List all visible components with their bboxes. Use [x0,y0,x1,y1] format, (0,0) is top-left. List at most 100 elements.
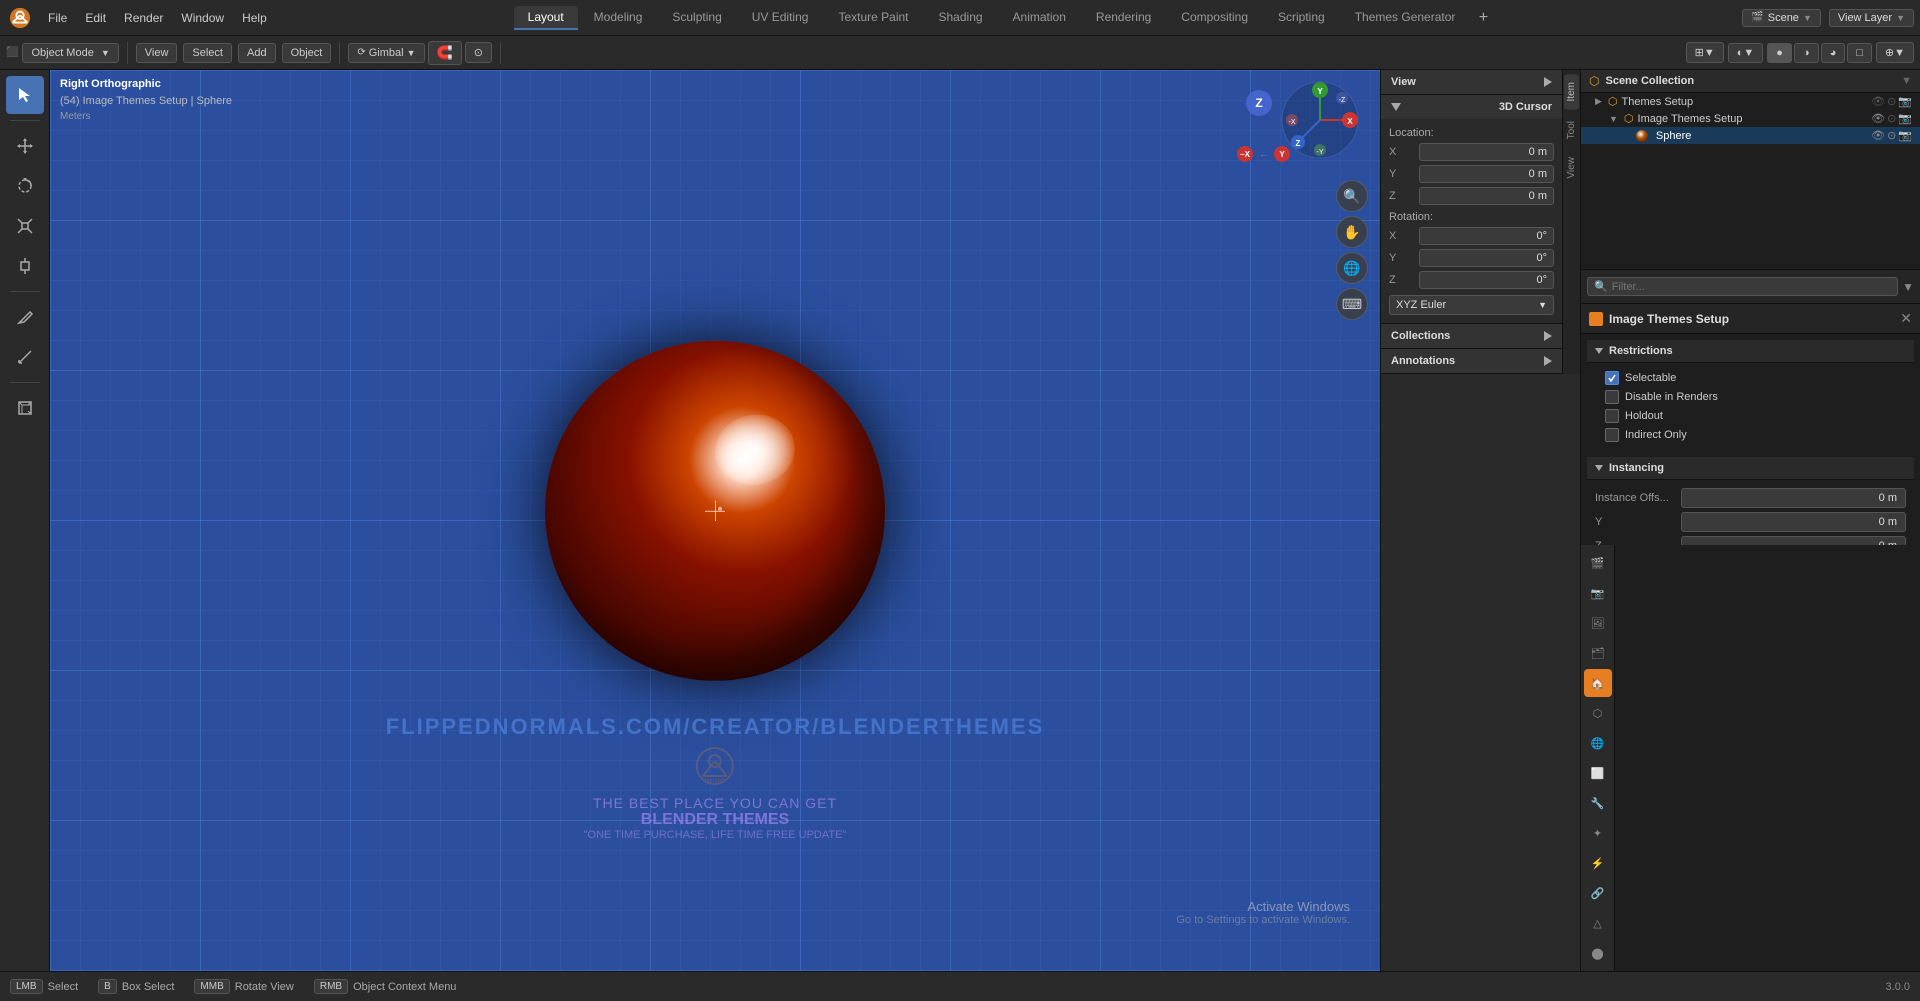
props-icon-physics[interactable]: ⚡ [1584,849,1612,877]
tab-scripting[interactable]: Scripting [1264,6,1339,30]
tool-select[interactable] [6,76,44,114]
rotation-mode-dropdown[interactable]: XYZ Euler ▼ [1389,295,1554,315]
props-search-input[interactable] [1612,281,1891,293]
mode-selector[interactable]: Object Mode▼ [22,43,118,63]
image-themes-vis[interactable]: 👁 [1871,112,1885,125]
props-icon-modifier[interactable]: 🔧 [1584,789,1612,817]
cursor-x-value[interactable]: 0 m [1419,143,1554,161]
tab-item[interactable]: Item [1564,74,1579,109]
tab-rendering[interactable]: Rendering [1082,6,1165,30]
sphere-render[interactable]: 📷 [1898,129,1912,142]
cursor-rz-value[interactable]: 0° [1419,271,1554,289]
windows-activate-message[interactable]: Activate Windows Go to Settings to activ… [1176,899,1350,926]
props-icon-material[interactable]: ⬤ [1584,939,1612,967]
snap-button[interactable]: 🧲 [428,41,462,65]
restrictions-expand-icon[interactable] [1595,348,1603,354]
collections-section-header[interactable]: Collections [1381,324,1562,348]
restrictions-section-header[interactable]: Restrictions [1587,340,1914,363]
menu-window[interactable]: Window [173,7,232,29]
sphere-select[interactable]: ⊙ [1887,129,1896,142]
menu-edit[interactable]: Edit [77,7,114,29]
image-themes-collapse[interactable]: ▼ [1609,114,1618,124]
tab-shading[interactable]: Shading [925,6,997,30]
outliner-item-themes-setup[interactable]: ▶ ⬡ Themes Setup 👁 ⊙ 📷 [1581,93,1920,110]
view-collapse-icon[interactable] [1544,77,1552,87]
view-section-header[interactable]: View [1381,70,1562,94]
outliner-filter-icon[interactable]: ▼ [1901,75,1912,87]
grab-tool-button[interactable]: ✋ [1336,216,1368,248]
props-icon-particles2[interactable]: ✦ [1584,819,1612,847]
themes-setup-vis[interactable]: 👁 [1871,95,1885,108]
props-icon-particles[interactable]: ⬡ [1584,699,1612,727]
annotations-section-header[interactable]: Annotations [1381,349,1562,373]
scene-selector[interactable]: Scene [1768,12,1799,24]
shading-toggle[interactable]: ◐▼ [1728,43,1764,63]
props-icon-constraints[interactable]: 🔗 [1584,879,1612,907]
tab-texture-paint[interactable]: Texture Paint [824,6,922,30]
tool-add-cube[interactable] [6,389,44,427]
tool-annotate[interactable] [6,298,44,336]
disable-renders-checkbox[interactable] [1605,390,1619,404]
props-icon-render[interactable]: 📷 [1584,579,1612,607]
themes-setup-render[interactable]: 📷 [1898,95,1912,108]
props-filter-icon[interactable]: ▼ [1902,280,1914,294]
shading-rendered[interactable]: ◕ [1821,43,1846,63]
view-menu[interactable]: View [136,43,178,63]
viewport-3d[interactable]: Right Orthographic (54) Image Themes Set… [50,70,1380,971]
select-menu[interactable]: Select [183,43,232,63]
outliner-item-image-themes[interactable]: ▼ ⬡ Image Themes Setup 👁 ⊙ 📷 [1581,110,1920,127]
cursor-section-header[interactable]: 3D Cursor [1381,95,1562,119]
tool-scale[interactable] [6,207,44,245]
tab-view[interactable]: View [1564,149,1579,187]
menu-file[interactable]: File [40,7,75,29]
numpad-toggle[interactable]: ⌨ [1336,288,1368,320]
props-icon-scene[interactable]: 🎬 [1584,549,1612,577]
shading-wireframe[interactable]: □ [1847,43,1872,63]
add-menu[interactable]: Add [238,43,276,63]
cursor-z-value[interactable]: 0 m [1419,187,1554,205]
instance-offset-z-value[interactable]: 0 m [1681,536,1906,545]
indirect-only-checkbox[interactable] [1605,428,1619,442]
add-workspace-button[interactable]: + [1471,6,1495,30]
props-icon-object[interactable]: ⬜ [1584,759,1612,787]
tab-animation[interactable]: Animation [999,6,1080,30]
tab-compositing[interactable]: Compositing [1167,6,1262,30]
instance-offset-x-value[interactable]: 0 m [1681,488,1906,508]
tool-rotate[interactable] [6,167,44,205]
tool-move[interactable] [6,127,44,165]
outliner-item-sphere[interactable]: ▶ Sphere 👁 ⊙ 📷 [1581,127,1920,144]
image-themes-select[interactable]: ⊙ [1887,112,1896,125]
zoom-in-button[interactable]: 🔍 [1336,180,1368,212]
annotations-collapse-icon[interactable] [1544,356,1552,366]
sphere-vis[interactable]: 👁 [1871,129,1885,142]
properties-close-icon[interactable]: ✕ [1900,310,1912,327]
navigation-gizmo[interactable]: X Y Z -X -Y -Z [1280,80,1370,170]
props-icon-scene-active[interactable]: 🏠 [1584,669,1612,697]
props-icon-view-layer[interactable]: 🗂 [1584,639,1612,667]
menu-help[interactable]: Help [234,7,275,29]
instancing-expand-icon[interactable] [1595,465,1603,471]
tab-tool[interactable]: Tool [1564,113,1579,147]
object-menu[interactable]: Object [282,43,332,63]
tool-transform[interactable] [6,247,44,285]
proportional-editing[interactable]: ⊙ [465,42,492,63]
themes-setup-select[interactable]: ⊙ [1887,95,1896,108]
tab-modeling[interactable]: Modeling [580,6,657,30]
cursor-rx-value[interactable]: 0° [1419,227,1554,245]
overlay-toggle[interactable]: ⊞▼ [1686,42,1724,63]
cursor-y-value[interactable]: 0 m [1419,165,1554,183]
selectable-checkbox[interactable] [1605,371,1619,385]
tool-measure[interactable] [6,338,44,376]
image-themes-render[interactable]: 📷 [1898,112,1912,125]
shading-material[interactable]: ◑ [1794,43,1819,63]
holdout-checkbox[interactable] [1605,409,1619,423]
gizmo-toggle[interactable]: ⊕▼ [1876,42,1914,63]
instancing-section-header[interactable]: Instancing [1587,457,1914,480]
orbit-tool-button[interactable]: 🌐 [1336,252,1368,284]
view-layer-selector[interactable]: View Layer [1838,12,1892,24]
props-icon-world[interactable]: 🌐 [1584,729,1612,757]
shading-solid[interactable]: ● [1767,43,1792,63]
cursor-ry-value[interactable]: 0° [1419,249,1554,267]
tab-themes-generator[interactable]: Themes Generator [1341,6,1470,30]
tab-sculpting[interactable]: Sculpting [658,6,735,30]
